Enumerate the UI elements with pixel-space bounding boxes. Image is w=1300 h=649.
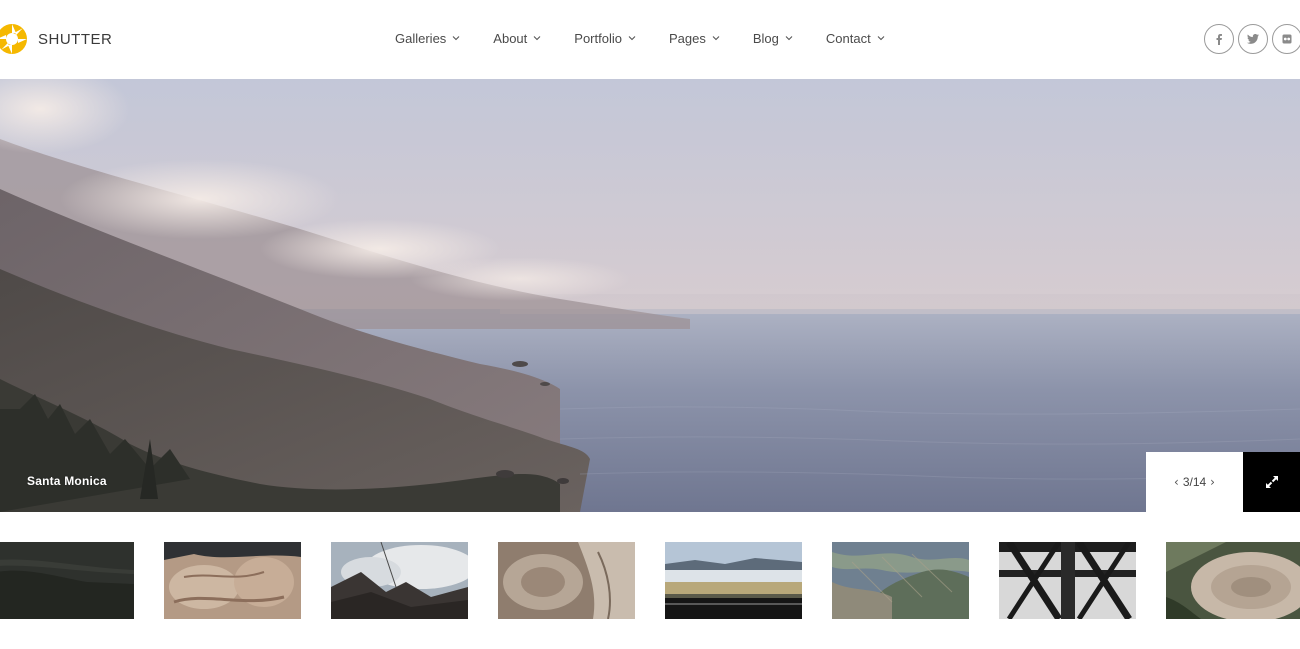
- nav-item-label: Blog: [752, 30, 779, 46]
- chevron-down-icon: [712, 36, 720, 41]
- nav-item-portfolio[interactable]: Portfolio: [574, 31, 636, 46]
- chevron-down-icon: [533, 36, 541, 41]
- main-nav: Galleries About Portfolio Pages Blog Con…: [395, 28, 885, 48]
- logo[interactable]: SHUTTER: [0, 21, 112, 57]
- flickr-icon: [1282, 34, 1292, 44]
- chevron-down-icon: [628, 36, 636, 41]
- thumbnail-image: [665, 542, 802, 619]
- facebook-button[interactable]: [1204, 24, 1234, 54]
- slide-counter: ‹ 3/14 ›: [1146, 452, 1243, 512]
- thumbnail[interactable]: [498, 542, 635, 619]
- chevron-down-icon: [785, 36, 793, 41]
- social-links: [1204, 24, 1300, 54]
- nav-item-label: Pages: [668, 30, 706, 46]
- nav-item-label: Contact: [825, 30, 871, 46]
- facebook-icon: [1216, 34, 1222, 45]
- thumbnail-image: [498, 542, 635, 619]
- aperture-logo-icon: [0, 24, 27, 54]
- thumbnail[interactable]: [0, 542, 134, 619]
- chevron-left-icon[interactable]: ‹: [1170, 475, 1183, 489]
- flickr-button[interactable]: [1272, 24, 1300, 54]
- thumbnail[interactable]: [331, 542, 468, 619]
- slide-counter-text: 3/14: [1182, 475, 1207, 489]
- hero-image: [0, 79, 1300, 512]
- chevron-right-icon[interactable]: ›: [1206, 475, 1219, 489]
- thumbnail-image: [331, 542, 468, 619]
- thumbnail[interactable]: [665, 542, 802, 619]
- thumbnail-image: [164, 542, 301, 619]
- fullscreen-button[interactable]: [1243, 452, 1300, 512]
- site-header: SHUTTER Galleries About Portfolio Pages …: [0, 0, 1300, 79]
- hero-slider[interactable]: Santa Monica ‹ 3/14 ›: [0, 79, 1300, 512]
- chevron-down-icon: [452, 36, 460, 41]
- nav-item-label: About: [493, 30, 528, 46]
- thumbnail[interactable]: [999, 542, 1136, 619]
- thumbnail[interactable]: [1166, 542, 1300, 619]
- twitter-button[interactable]: [1238, 24, 1268, 54]
- thumbnail[interactable]: [164, 542, 301, 619]
- expand-icon: [1265, 476, 1278, 488]
- chevron-down-icon: [877, 36, 885, 41]
- thumbnail-image: [1166, 542, 1300, 619]
- thumbnail-image: [832, 542, 969, 619]
- nav-item-pages[interactable]: Pages: [669, 31, 720, 46]
- nav-item-about[interactable]: About: [493, 31, 541, 46]
- nav-item-blog[interactable]: Blog: [753, 31, 793, 46]
- thumbnail[interactable]: [832, 542, 969, 619]
- nav-item-galleries[interactable]: Galleries: [395, 31, 460, 46]
- nav-item-label: Galleries: [395, 30, 447, 46]
- thumbnail-image: [0, 542, 134, 619]
- thumbnail-image: [999, 542, 1136, 619]
- twitter-icon: [1247, 34, 1259, 44]
- nav-item-label: Portfolio: [574, 30, 622, 46]
- nav-item-contact[interactable]: Contact: [826, 31, 885, 46]
- brand-name: SHUTTER: [38, 30, 113, 48]
- slide-caption: Santa Monica: [27, 474, 107, 488]
- thumbnail-strip: [0, 542, 1300, 619]
